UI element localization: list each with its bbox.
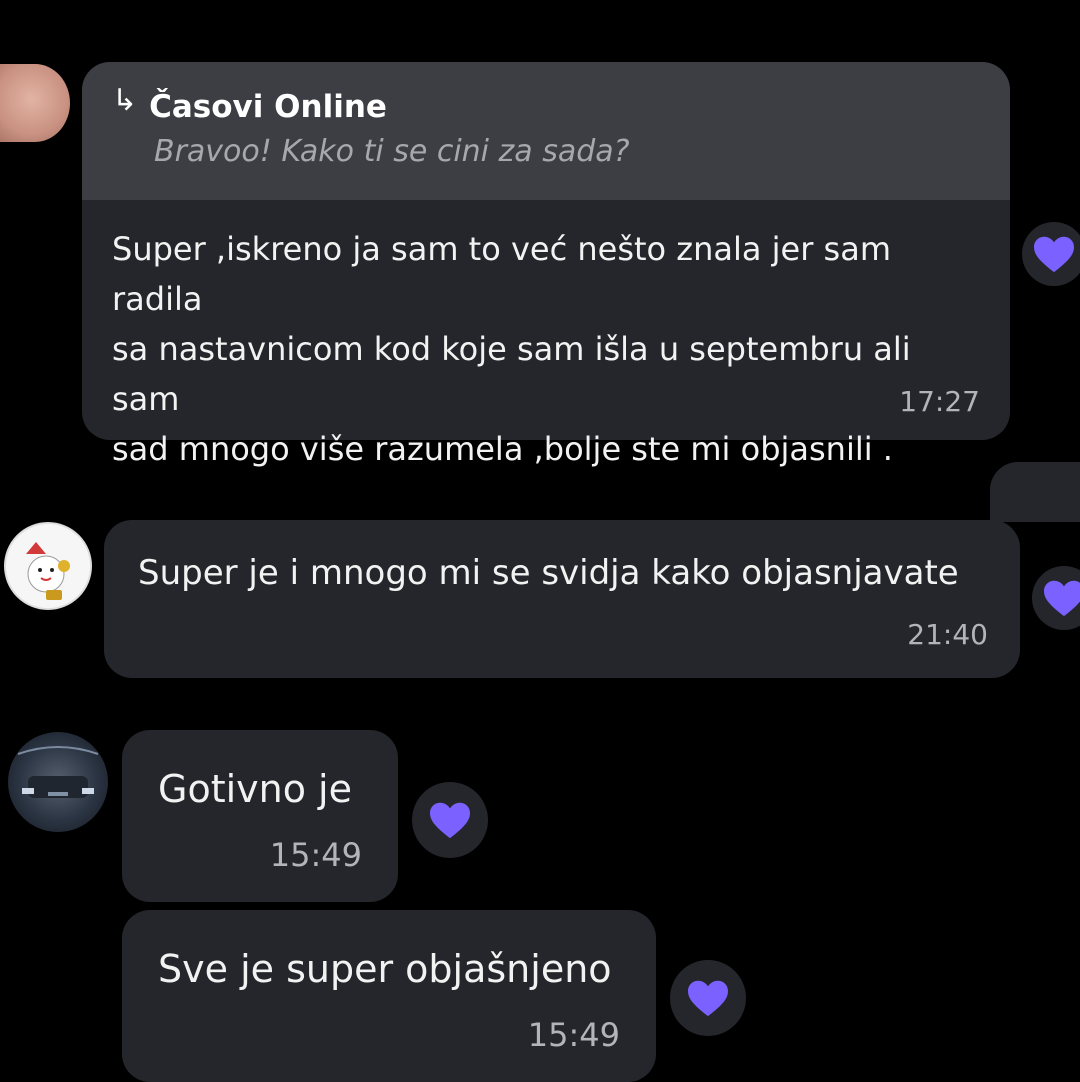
message-text: Gotivno je	[158, 767, 352, 811]
message-bubble[interactable]: ↳ Časovi Online Bravoo! Kako ti se cini …	[82, 62, 1010, 468]
message-time: 15:49	[527, 1016, 620, 1054]
reaction-badge[interactable]	[1032, 566, 1080, 630]
reply-quote: Bravoo! Kako ti se cini za sada?	[154, 134, 630, 169]
reply-title-row: ↳ Časovi Online	[112, 84, 980, 130]
avatar-photo-icon	[17, 746, 99, 798]
partial-message-bubble	[990, 462, 1080, 522]
avatar-cat-icon	[6, 524, 90, 608]
reaction-badge[interactable]	[670, 960, 746, 1036]
avatar[interactable]	[0, 64, 70, 142]
message-bubble[interactable]: Super je i mnogo mi se svidja kako objas…	[104, 520, 1020, 678]
message-time: 17:27	[899, 385, 980, 418]
reaction-badge[interactable]	[1022, 222, 1080, 286]
message-body: Super ,iskreno ja sam to već nešto znala…	[82, 200, 1010, 474]
reply-author: Časovi Online	[149, 89, 387, 125]
heart-icon	[688, 980, 728, 1017]
message-text: Super je i mnogo mi se svidja kako objas…	[138, 553, 959, 593]
message-bubble[interactable]: Sve je super objašnjeno 15:49	[122, 910, 656, 1082]
message-time: 15:49	[269, 836, 362, 874]
message-line: sa nastavnicom kod koje sam išla u septe…	[112, 330, 911, 418]
heart-icon	[1034, 236, 1074, 273]
avatar[interactable]	[8, 732, 108, 832]
reply-preview[interactable]: ↳ Časovi Online Bravoo! Kako ti se cini …	[82, 62, 1010, 200]
message-time: 21:40	[907, 618, 988, 651]
reply-arrow-icon: ↳	[112, 83, 138, 118]
message-line: Super ,iskreno ja sam to već nešto znala…	[112, 230, 891, 318]
heart-icon	[430, 802, 470, 839]
reaction-badge[interactable]	[412, 782, 488, 858]
avatar[interactable]	[4, 522, 92, 610]
message-text: Sve je super objašnjeno	[158, 947, 612, 991]
heart-icon	[1044, 580, 1080, 617]
message-bubble[interactable]: Gotivno je 15:49	[122, 730, 398, 902]
message-line: sad mnogo više razumela ,bolje ste mi ob…	[112, 430, 893, 468]
